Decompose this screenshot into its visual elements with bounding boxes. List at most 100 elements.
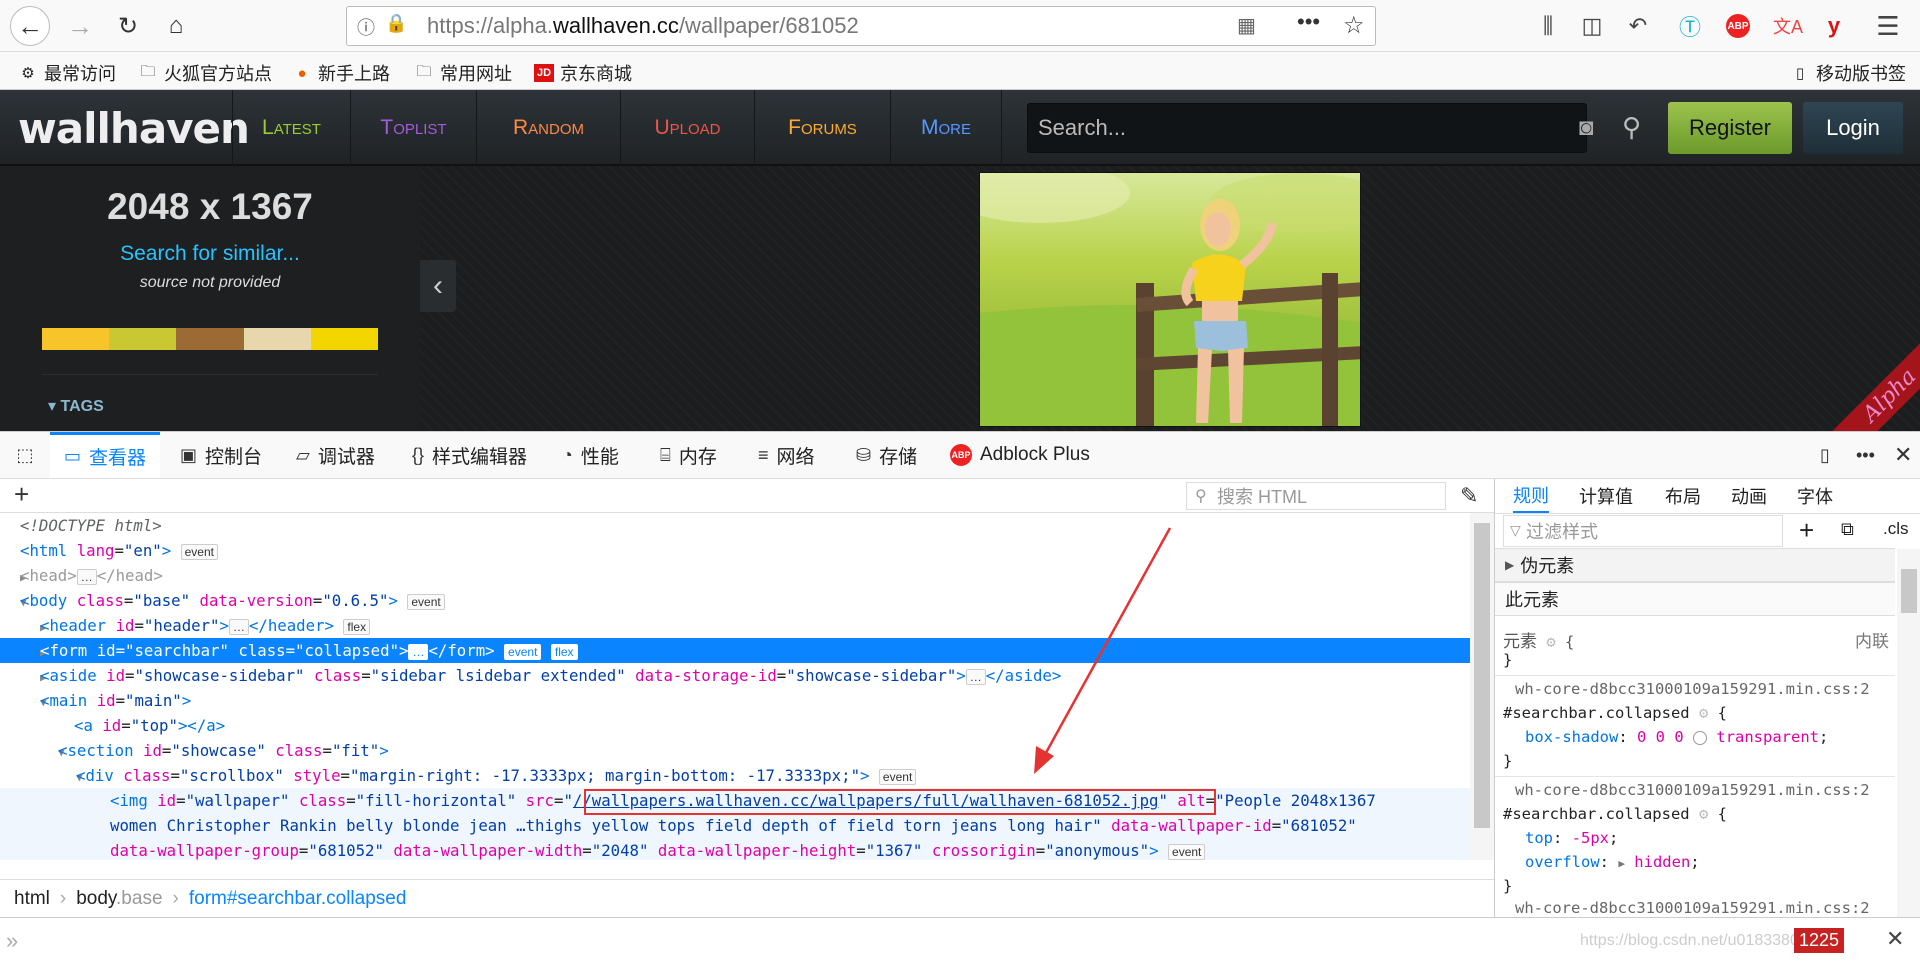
nav-random[interactable]: Random	[476, 90, 620, 166]
markup-line[interactable]: <!DOCTYPE html>	[0, 513, 1470, 538]
rule-declaration[interactable]: overflow: ▶ hidden;	[1525, 853, 1700, 871]
qr-code-icon[interactable]: ▦	[1237, 13, 1256, 38]
collapsed-ellipsis[interactable]: …	[228, 618, 249, 635]
translate-extension-icon[interactable]: Ⓣ	[1674, 10, 1706, 42]
url-bar[interactable]: ⓘ 🔒 https://alpha.wallhaven.cc/wallpaper…	[346, 6, 1376, 46]
expand-arrow-icon[interactable]: ▶	[0, 640, 47, 665]
tab-performance[interactable]: ◔ 性能	[562, 432, 619, 478]
error-count-badge[interactable]: 1225	[1794, 928, 1845, 953]
url-text[interactable]: https://alpha.wallhaven.cc/wallpaper/681…	[427, 13, 859, 39]
rule-source-link[interactable]: wh-core-d8bcc31000109a159291.min.css:2	[1515, 680, 1870, 698]
markup-line[interactable]: ▶<aside id="showcase-sidebar" class="sid…	[0, 663, 1470, 688]
markup-line-selected[interactable]: ▶<form id="searchbar" class="collapsed">…	[0, 638, 1470, 663]
y-extension-icon[interactable]: y	[1818, 10, 1850, 42]
palette-swatch[interactable]	[310, 328, 379, 350]
markup-line-img[interactable]: women Christopher Rankin belly blonde je…	[0, 813, 1470, 838]
element-picker-button[interactable]: ⬚	[10, 432, 40, 478]
markup-scrollbar[interactable]	[1470, 513, 1494, 860]
tab-network[interactable]: ≡ 网络	[758, 432, 815, 478]
event-badge[interactable]: event	[1168, 843, 1206, 860]
reload-button[interactable]: ↻	[108, 6, 148, 46]
tab-memory[interactable]: ⌸ 内存	[660, 432, 717, 478]
page-actions-icon[interactable]: •••	[1297, 9, 1320, 35]
expand-arrow-icon[interactable]: ▶	[0, 565, 27, 590]
filter-styles-input[interactable]: ▽ 过滤样式	[1503, 515, 1783, 547]
register-button[interactable]: Register	[1668, 102, 1792, 154]
sidebar-icon[interactable]: ◫	[1576, 10, 1608, 42]
markup-line[interactable]: ▼<main id="main">	[0, 688, 1470, 713]
bookmark-getting-started[interactable]: ● 新手上路	[292, 60, 390, 86]
devtools-options-button[interactable]: •••	[1856, 432, 1875, 478]
rule-declaration[interactable]: box-shadow: 0 0 0 transparent;	[1525, 728, 1828, 746]
search-html-input[interactable]: ⚲ 搜索 HTML	[1186, 482, 1446, 510]
breadcrumb-html[interactable]: html	[14, 888, 50, 910]
camera-icon[interactable]: ◙	[1579, 114, 1594, 142]
pseudo-elements-toggle[interactable]: ▶ 伪元素	[1495, 548, 1895, 582]
markup-line[interactable]: ▶<head>… </head>	[0, 563, 1470, 588]
tab-fonts[interactable]: 字体	[1797, 479, 1833, 513]
expand-arrow-icon[interactable]: ▶	[0, 615, 47, 640]
wallpaper-image[interactable]	[979, 172, 1361, 427]
rule-selector[interactable]: #searchbar.collapsed ⚙ {	[1503, 704, 1727, 722]
bookmark-common-sites[interactable]: 🗀 常用网址	[414, 60, 512, 86]
toggle-pseudo-class-icon[interactable]: ⧉	[1841, 519, 1854, 540]
library-icon[interactable]: ⫼	[1532, 10, 1564, 42]
nav-forums[interactable]: Forums	[754, 90, 890, 166]
markup-line[interactable]: ▶<header id="header">… </header> flex	[0, 613, 1470, 638]
search-similar-link[interactable]: Search for similar...	[0, 242, 420, 266]
dictionary-extension-icon[interactable]: 文A	[1772, 10, 1804, 42]
tab-inspector[interactable]: ▭ 查看器	[50, 432, 161, 478]
rules-scrollbar[interactable]	[1897, 549, 1920, 917]
color-swatch[interactable]	[1693, 730, 1708, 745]
bookmark-most-visited[interactable]: ⚙ 最常访问	[18, 60, 116, 86]
site-logo[interactable]: wallhaven	[18, 104, 250, 153]
back-button[interactable]: ←	[10, 6, 50, 46]
search-icon[interactable]: ⚲	[1622, 112, 1641, 143]
markup-line[interactable]: <a id="top"></a>	[0, 713, 1470, 738]
collapsed-ellipsis[interactable]: …	[965, 668, 986, 685]
rule-source-link[interactable]: wh-core-d8bcc31000109a159291.min.css:2	[1515, 899, 1870, 917]
tab-adblock-plus[interactable]: ABP Adblock Plus	[950, 432, 1090, 478]
collapsed-ellipsis[interactable]: …	[408, 643, 429, 660]
palette-swatch[interactable]	[109, 328, 177, 350]
add-rule-icon[interactable]: +	[1799, 515, 1814, 546]
console-input[interactable]: » https://blog.csdn.net/u01833809 1225 ✕	[0, 917, 1920, 966]
palette-swatch[interactable]	[42, 328, 110, 350]
event-badge[interactable]: event	[407, 593, 445, 610]
collapse-arrow-icon[interactable]: ▼	[0, 590, 27, 615]
tab-storage[interactable]: ⛁ 存储	[856, 432, 917, 478]
element-rule[interactable]: 元素 ⚙ {	[1503, 627, 1574, 652]
add-node-icon[interactable]: +	[14, 479, 29, 510]
nav-toplist[interactable]: Toplist	[350, 90, 476, 166]
tab-debugger[interactable]: ▱ 调试器	[296, 432, 375, 478]
collapsed-ellipsis[interactable]: …	[76, 568, 97, 585]
forward-button[interactable]: →	[60, 6, 100, 46]
markup-line[interactable]: ▼<body class="base" data-version="0.6.5"…	[0, 588, 1470, 613]
rule-source-link[interactable]: wh-core-d8bcc31000109a159291.min.css:2	[1515, 781, 1870, 799]
eyedropper-icon[interactable]: ✎	[1460, 483, 1478, 509]
menu-icon[interactable]: ☰	[1872, 10, 1904, 42]
devtools-close-button[interactable]: ✕	[1894, 432, 1912, 478]
rule-declaration[interactable]: top: -5px;	[1525, 829, 1618, 847]
breadcrumb-body[interactable]: body.base	[76, 888, 162, 910]
home-button[interactable]: ⌂	[156, 6, 196, 46]
close-icon[interactable]: ✕	[1886, 926, 1904, 952]
login-button[interactable]: Login	[1803, 102, 1903, 154]
markup-line[interactable]: ▼<div class="scrollbox" style="margin-ri…	[0, 763, 1470, 788]
tab-computed[interactable]: 计算值	[1579, 479, 1633, 513]
adblock-extension-icon[interactable]: ABP	[1722, 10, 1754, 42]
palette-swatch[interactable]	[243, 328, 311, 350]
nav-upload[interactable]: Upload	[620, 90, 754, 166]
collapse-arrow-icon[interactable]: ▼	[0, 690, 47, 715]
tags-toggle[interactable]: ▾ TAGS	[48, 396, 104, 416]
cls-toggle[interactable]: .cls	[1883, 519, 1909, 539]
tab-animations[interactable]: 动画	[1731, 479, 1767, 513]
site-search-input[interactable]: Search... ◙	[1027, 103, 1594, 153]
markup-line-img[interactable]: data-wallpaper-group="681052" data-wallp…	[0, 838, 1470, 860]
nav-more[interactable]: More	[890, 90, 1002, 166]
scrollbar-thumb[interactable]	[1901, 569, 1917, 613]
flex-badge[interactable]: flex	[343, 618, 371, 635]
scrollbar-thumb[interactable]	[1474, 523, 1490, 828]
bookmark-star-icon[interactable]: ☆	[1343, 11, 1365, 40]
rule-selector[interactable]: #searchbar.collapsed ⚙ {	[1503, 805, 1727, 823]
